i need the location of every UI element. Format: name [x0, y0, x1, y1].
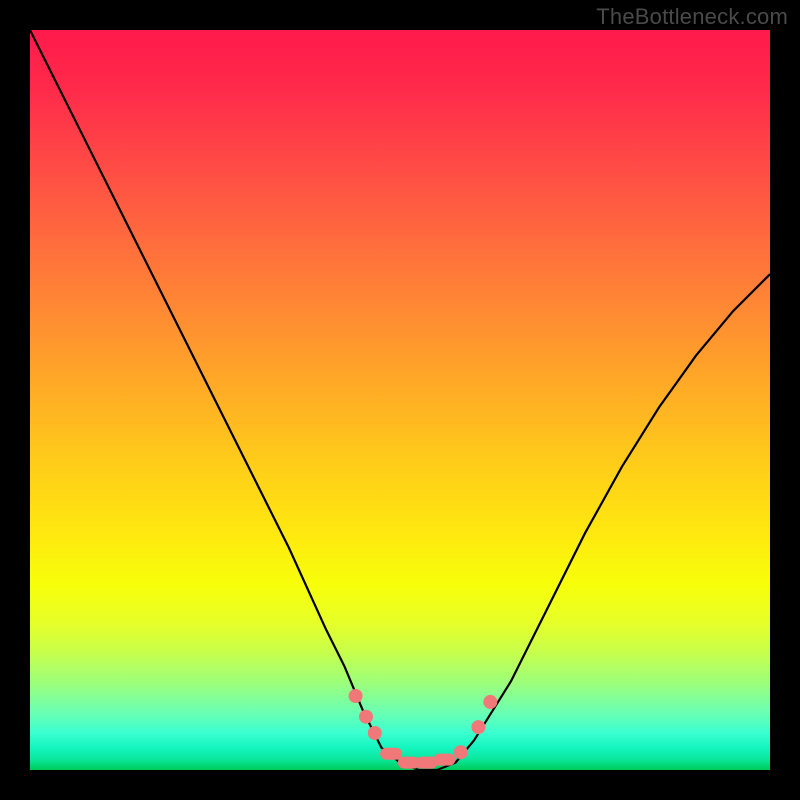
marker-pill: [433, 754, 455, 766]
curve-markers: [349, 689, 498, 769]
marker-dot: [359, 710, 373, 724]
watermark: TheBottleneck.com: [596, 4, 788, 30]
marker-dot: [471, 720, 485, 734]
marker-dot: [368, 726, 382, 740]
chart-frame: TheBottleneck.com: [0, 0, 800, 800]
marker-pill: [380, 748, 402, 760]
marker-dot: [454, 745, 468, 759]
marker-dot: [483, 695, 497, 709]
marker-dot: [349, 689, 363, 703]
curve-svg: [30, 30, 770, 770]
plot-area: [30, 30, 770, 770]
bottleneck-curve: [30, 30, 770, 770]
